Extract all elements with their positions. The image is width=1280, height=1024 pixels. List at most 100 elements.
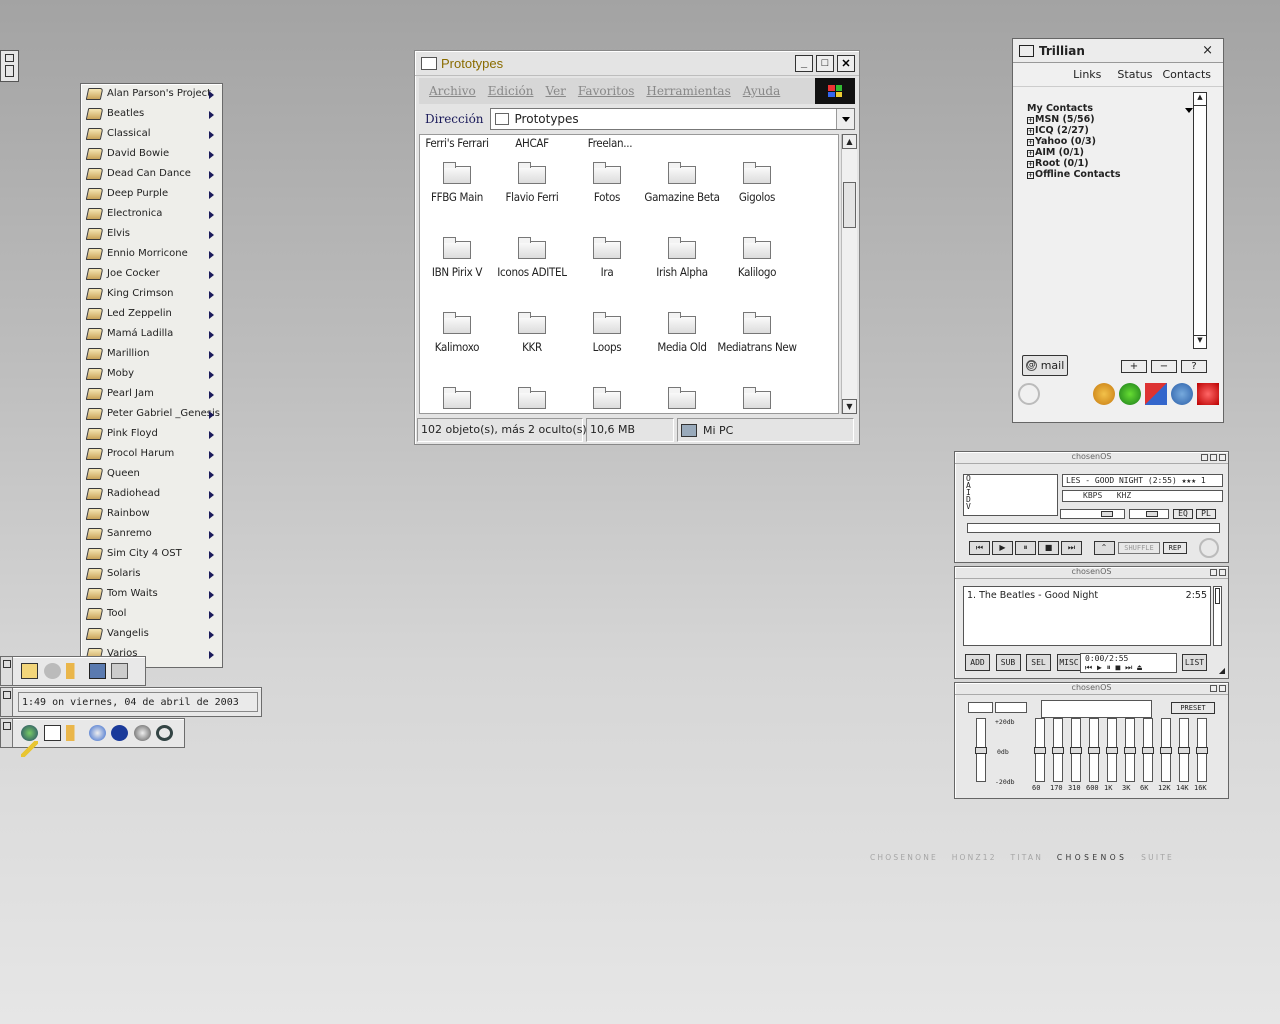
eq-close-button[interactable] (1219, 685, 1226, 692)
folder-item[interactable] (717, 387, 797, 413)
monitor-icon[interactable] (88, 663, 106, 679)
eq-band-slider[interactable] (1124, 718, 1136, 782)
visualizer[interactable]: OAIDV (963, 474, 1058, 516)
tools-icon[interactable] (111, 663, 128, 679)
menu-favoritos[interactable]: Favoritos (578, 84, 634, 98)
folder-item[interactable] (567, 387, 647, 413)
menu-item[interactable]: Electronica (81, 204, 222, 224)
trillian-titlebar[interactable]: Trillian × (1013, 39, 1223, 63)
equalizer-titlebar[interactable]: chosenOS (955, 683, 1228, 695)
eject-icon[interactable]: ⌃ (1093, 541, 1115, 555)
irc-icon[interactable] (1145, 383, 1167, 405)
player-titlebar[interactable]: chosenOS (955, 452, 1228, 464)
player-close-button[interactable] (1219, 454, 1226, 461)
minimize-button[interactable]: _ (795, 54, 813, 72)
menu-item[interactable]: Marillion (81, 344, 222, 364)
toolbar-grip[interactable] (1, 688, 13, 716)
eq-band-slider[interactable] (1196, 718, 1208, 782)
menu-ayuda[interactable]: Ayuda (743, 84, 781, 98)
eq-shade-button[interactable] (1210, 685, 1217, 692)
explorer-titlebar[interactable]: Prototypes _ □ ✕ (415, 51, 859, 76)
playlist-shade-button[interactable] (1210, 569, 1217, 576)
eq-band-slider[interactable] (1034, 718, 1046, 782)
settings-icon[interactable] (133, 725, 151, 741)
contact-group[interactable]: + Root (0/1) (1027, 158, 1187, 169)
menu-item[interactable]: Sanremo (81, 524, 222, 544)
eq-band-slider[interactable] (1088, 718, 1100, 782)
toolbar-grip[interactable] (1, 719, 13, 747)
menu-item[interactable]: Queen (81, 464, 222, 484)
stop-icon[interactable]: ■ (1038, 541, 1059, 555)
globe-icon[interactable] (21, 725, 38, 741)
playlist-titlebar[interactable]: chosenOS (955, 567, 1228, 579)
scroll-down-icon[interactable]: ▼ (842, 399, 857, 414)
playlist-scrollbar[interactable] (1213, 586, 1222, 646)
menu-edicion[interactable]: Edición (488, 84, 534, 98)
folder-item[interactable]: Ira (567, 237, 647, 281)
contact-list[interactable]: My Contacts + MSN (5/56) + ICQ (2/27) + Yahoo… (1027, 103, 1187, 180)
previous-icon[interactable]: ⏮ (969, 541, 990, 555)
menu-item[interactable]: Pink Floyd (81, 424, 222, 444)
folder-item[interactable]: Freelan... (570, 135, 650, 152)
eq-band-slider[interactable] (1070, 718, 1082, 782)
folder-item[interactable]: Irish Alpha (642, 237, 722, 281)
eq-band-slider[interactable] (1160, 718, 1172, 782)
menu-item[interactable]: Peter Gabriel _Genesis (81, 404, 222, 424)
menu-item[interactable]: Procol Harum (81, 444, 222, 464)
menu-item[interactable]: Elvis (81, 224, 222, 244)
next-icon[interactable]: ⏭ (1061, 541, 1082, 555)
document-icon[interactable] (43, 725, 61, 741)
folder-item[interactable]: KKR (492, 312, 572, 356)
eq-band-slider[interactable] (1178, 718, 1190, 782)
menu-item[interactable]: Mamá Ladilla (81, 324, 222, 344)
contact-group[interactable]: + AIM (0/1) (1027, 147, 1187, 158)
expand-icon[interactable]: + (1027, 139, 1034, 146)
contact-group[interactable]: + ICQ (2/27) (1027, 125, 1187, 136)
player-minimize-button[interactable] (1201, 454, 1208, 461)
resize-grip-icon[interactable]: ◢ (1219, 666, 1225, 675)
folder-item[interactable]: Media Old (642, 312, 722, 356)
repeat-button[interactable]: REP (1163, 542, 1187, 554)
menu-item[interactable]: Sim City 4 OST (81, 544, 222, 564)
playlist-track[interactable]: 1. The Beatles - Good Night 2:55 (967, 590, 1207, 601)
eq-auto-button[interactable] (995, 702, 1027, 713)
folder-item[interactable] (420, 387, 497, 413)
player-shade-button[interactable] (1210, 454, 1217, 461)
msn-icon[interactable] (1171, 383, 1193, 405)
folder-item[interactable]: FFBG Main (420, 162, 497, 206)
seek-bar[interactable] (967, 523, 1220, 533)
eq-on-button[interactable] (968, 702, 993, 713)
menu-item[interactable]: Solaris (81, 564, 222, 584)
add-contact-button[interactable]: + (1121, 360, 1147, 373)
misc-button[interactable]: MISC (1056, 654, 1082, 671)
chevron-down-icon[interactable] (836, 109, 854, 129)
expand-icon[interactable]: + (1027, 172, 1034, 179)
expand-icon[interactable]: + (1027, 150, 1034, 157)
folder-item[interactable]: IBN Pirix V (420, 237, 497, 281)
menu-item[interactable]: David Bowie (81, 144, 222, 164)
trillian-close-button[interactable]: × (1202, 43, 1213, 58)
folder-item[interactable] (642, 387, 722, 413)
folder-item[interactable]: Loops (567, 312, 647, 356)
contact-group[interactable]: + MSN (5/56) (1027, 114, 1187, 125)
eq-band-slider[interactable] (1106, 718, 1118, 782)
folder-item[interactable]: AHCAF (492, 135, 572, 152)
tab-contacts[interactable]: Contacts (1162, 68, 1211, 81)
scroll-up-icon[interactable]: ▲ (842, 134, 857, 149)
preamp-slider[interactable] (975, 718, 987, 782)
collapse-arrow-icon[interactable] (1185, 108, 1193, 113)
tab-status[interactable]: Status (1117, 68, 1152, 81)
menu-archivo[interactable]: Archivo (429, 84, 476, 98)
menu-item[interactable]: Beatles (81, 104, 222, 124)
folder-item[interactable]: Ferri's Ferrari (420, 135, 497, 152)
network-icon[interactable] (88, 725, 106, 741)
mail-button[interactable]: @ mail (1022, 355, 1068, 376)
contact-group[interactable]: + Offline Contacts (1027, 169, 1187, 180)
sel-button[interactable]: SEL (1026, 654, 1051, 671)
playlist-box[interactable]: 1. The Beatles - Good Night 2:55 (963, 586, 1211, 646)
folder-item[interactable]: Mediatrans New (717, 312, 797, 356)
desktop-grip[interactable] (0, 50, 19, 82)
menu-item[interactable]: Ennio Morricone (81, 244, 222, 264)
menu-item[interactable]: Dead Can Dance (81, 164, 222, 184)
scroll-thumb[interactable] (843, 182, 856, 228)
